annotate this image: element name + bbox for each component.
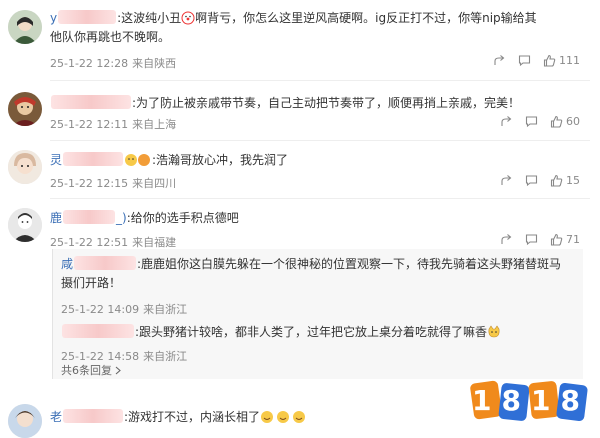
reply-button[interactable] <box>518 54 531 67</box>
share-icon <box>501 175 512 185</box>
comment-actions: 111 <box>493 54 580 67</box>
like-button[interactable]: 60 <box>550 115 580 128</box>
reply-meta: 25-1-22 14:09 来自浙江 <box>61 303 188 316</box>
username[interactable]: 咸 <box>61 256 137 271</box>
reply-text: :跟头野猪计较啥，都非人类了，过年把它放上桌分着吃就得了嘛香 <box>61 323 501 344</box>
thumbs-up-icon <box>550 174 563 187</box>
chevron-right-icon <box>115 366 121 375</box>
thumbs-up-icon <box>550 233 563 246</box>
reply-text: 咸:鹿鹿姐你这白膜先躲在一个很神秘的位置观察一下，待我先骑着这头野猪替斑马 <box>61 256 562 271</box>
comment-meta: 25-1-22 12:51 来自福建 <box>50 236 177 249</box>
comment-icon <box>525 175 538 187</box>
comment-actions: 15 <box>500 174 580 187</box>
comment-icon <box>525 116 538 128</box>
cat-emoji-icon <box>487 325 501 344</box>
reply-button[interactable] <box>525 115 538 128</box>
comment-meta: 25-1-22 12:15 来自四川 <box>50 177 177 190</box>
avatar[interactable] <box>8 10 42 44</box>
share-button[interactable] <box>500 174 513 187</box>
comment-text: y:这波纯小丑 啊背亏，你怎么这里逆风高硬啊。ig反正打不过，你等nip输给其 <box>50 9 537 30</box>
like-count: 111 <box>559 54 580 67</box>
share-icon <box>494 55 505 65</box>
site-logo: 1818 <box>470 378 592 424</box>
reply-text-line-2: 摄们开路！ <box>61 276 122 290</box>
comment-text: 灵:浩瀚哥放心冲，我先润了 <box>50 151 288 172</box>
avatar[interactable] <box>8 404 42 438</box>
like-button[interactable]: 15 <box>550 174 580 187</box>
avatar[interactable] <box>8 208 42 242</box>
avatar[interactable] <box>8 92 42 126</box>
reply-button[interactable] <box>525 233 538 246</box>
reply-button[interactable] <box>525 174 538 187</box>
thumbs-up-icon <box>543 54 556 67</box>
logo-text: 1818 <box>472 384 590 417</box>
like-count: 71 <box>566 233 580 246</box>
laughing-emoji-icon <box>260 410 306 429</box>
username[interactable]: 鹿 _) <box>50 210 127 225</box>
share-icon <box>501 116 512 126</box>
share-button[interactable] <box>500 233 513 246</box>
username[interactable] <box>50 95 132 110</box>
badge-emoji-icon <box>124 153 152 172</box>
clown-emoji-icon <box>181 11 195 30</box>
comment-actions: 60 <box>500 115 580 128</box>
username[interactable]: 灵 <box>50 152 124 167</box>
avatar[interactable] <box>8 150 42 184</box>
share-button[interactable] <box>500 115 513 128</box>
thumbs-up-icon <box>550 115 563 128</box>
comment-text: 老:游戏打不过，内涵长相了 <box>50 408 306 429</box>
reply-thread: 咸:鹿鹿姐你这白膜先躲在一个很神秘的位置观察一下，待我先骑着这头野猪替斑马 摄们… <box>52 249 583 379</box>
username[interactable] <box>61 324 135 339</box>
divider <box>50 140 590 141</box>
comment-text-line-2: 他队你再跳也不晚啊。 <box>50 30 171 44</box>
comment-actions: 71 <box>500 233 580 246</box>
comment-icon <box>525 234 538 246</box>
comment-meta: 25-1-22 12:11 来自上海 <box>50 118 177 131</box>
like-count: 60 <box>566 115 580 128</box>
comment-icon <box>518 55 531 67</box>
divider <box>50 80 590 81</box>
share-icon <box>501 234 512 244</box>
more-replies-link[interactable]: 共6条回复 <box>61 362 122 378</box>
like-count: 15 <box>566 174 580 187</box>
comment-text: 鹿 _):给你的选手积点德吧 <box>50 210 239 225</box>
comment-meta: 25-1-22 12:28 来自陕西 <box>50 57 177 70</box>
like-button[interactable]: 111 <box>543 54 580 67</box>
username[interactable]: y <box>50 10 117 25</box>
comment-text: :为了防止被亲戚带节奏，自己主动把节奏带了，顺便再捎上亲戚，完美！ <box>50 94 520 112</box>
divider <box>50 198 590 199</box>
share-button[interactable] <box>493 54 506 67</box>
username[interactable]: 老 <box>50 409 124 424</box>
like-button[interactable]: 71 <box>550 233 580 246</box>
